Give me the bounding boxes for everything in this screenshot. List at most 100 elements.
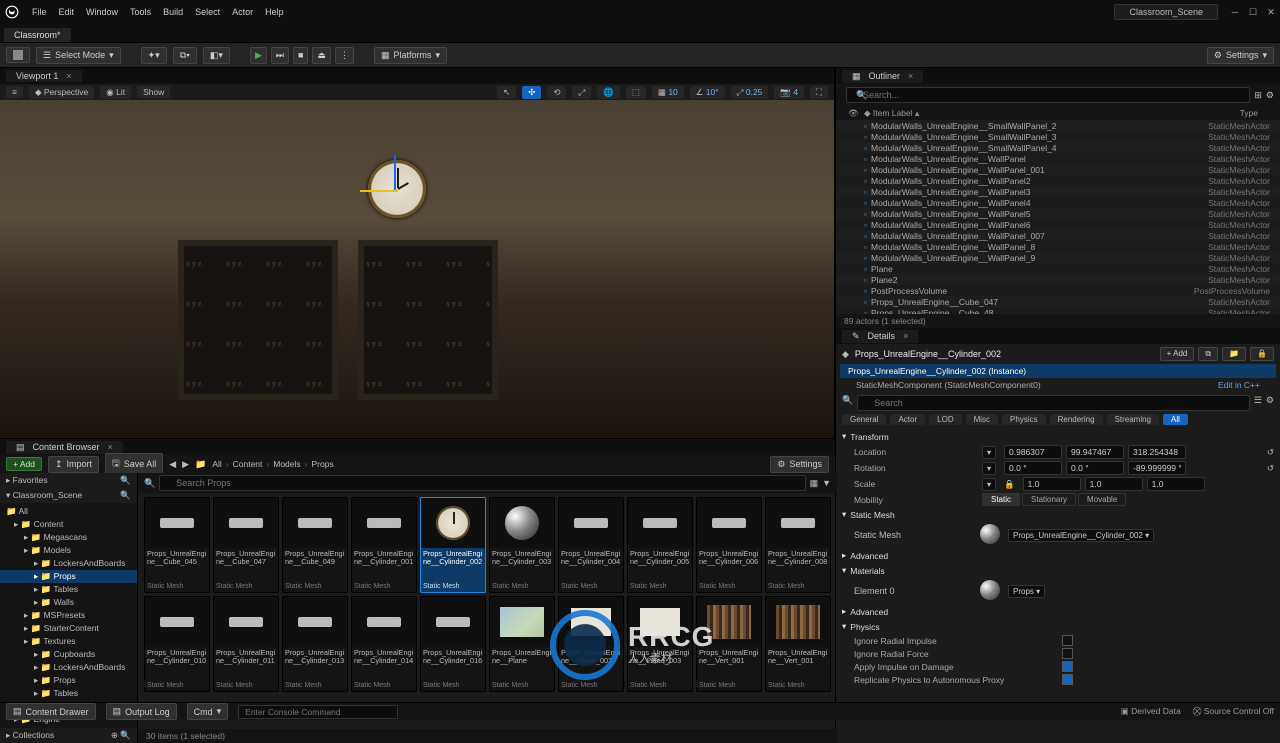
play-options-dropdown[interactable]: ⋮ — [335, 47, 354, 64]
rotation-y-input[interactable] — [1066, 461, 1124, 475]
scale-tool-icon[interactable]: ⤢ — [572, 86, 591, 99]
search-icon[interactable]: 🔍 — [120, 475, 131, 486]
category-misc[interactable]: Misc — [966, 414, 998, 425]
level-tab[interactable]: Classroom* — [4, 28, 71, 42]
close-icon[interactable]: ✕ — [1262, 3, 1280, 21]
asset-tile[interactable]: Props_UnrealEngine__Cube_045Static Mesh — [144, 497, 210, 593]
lock-icon[interactable]: 🔒 — [1250, 347, 1274, 361]
options-icon[interactable]: ⊞ — [1254, 90, 1262, 101]
cb-import-button[interactable]: ↥ Import — [48, 456, 99, 473]
category-physics[interactable]: Physics — [1002, 414, 1046, 425]
category-streaming[interactable]: Streaming — [1107, 414, 1159, 425]
section-materials[interactable]: ▾ Materials — [842, 563, 1274, 578]
instance-row[interactable]: Props_UnrealEngine__Cylinder_002 (Instan… — [840, 364, 1276, 378]
settings-icon[interactable]: ⚙ — [1266, 395, 1274, 411]
perspective-dropdown[interactable]: ◆ Perspective — [29, 86, 94, 99]
outliner-row[interactable]: ▫ModularWalls_UnrealEngine__SmallWallPan… — [836, 142, 1280, 153]
tree-node[interactable]: 📁 All — [0, 505, 137, 518]
outliner-row[interactable]: ▫ModularWalls_UnrealEngine__WallPanel6St… — [836, 219, 1280, 230]
tree-node[interactable]: ▸ 📁 Props — [0, 674, 137, 687]
reset-icon[interactable]: ↺ — [1267, 463, 1274, 474]
maximize-viewport-icon[interactable]: ⛶ — [810, 86, 828, 99]
lock-scale-icon[interactable]: 🔒 — [1004, 479, 1015, 490]
menu-file[interactable]: File — [32, 7, 47, 17]
reset-icon[interactable]: ↺ — [1267, 447, 1274, 458]
rotation-x-input[interactable] — [1004, 461, 1062, 475]
tree-node[interactable]: ▸ 📁 Tables — [0, 687, 137, 700]
tree-node[interactable]: ▸ 📁 Textures — [0, 635, 137, 648]
world-local-toggle[interactable]: 🌐 — [597, 86, 620, 99]
category-lod[interactable]: LOD — [929, 414, 961, 425]
location-z-input[interactable] — [1128, 445, 1186, 459]
close-icon[interactable]: × — [908, 71, 913, 81]
tree-node[interactable]: ▸ 📁 LockersAndBoards — [0, 661, 137, 674]
outliner-row[interactable]: ▫ModularWalls_UnrealEngine__WallPanelSta… — [836, 153, 1280, 164]
browse-icon[interactable]: 📁 — [1222, 347, 1246, 361]
stop-button[interactable]: ■ — [293, 47, 308, 64]
cinematics-dropdown[interactable]: ◧▾ — [203, 47, 230, 64]
outliner-row[interactable]: ▫ModularWalls_UnrealEngine__WallPanel_00… — [836, 164, 1280, 175]
outliner-row[interactable]: ▫ModularWalls_UnrealEngine__WallPanel5St… — [836, 208, 1280, 219]
asset-tile[interactable]: Props_UnrealEngine__Cylinder_004Static M… — [558, 497, 624, 593]
outliner-row[interactable]: ▫Props_UnrealEngine__Cube_047StaticMeshA… — [836, 296, 1280, 307]
camera-speed[interactable]: 📷 4 — [774, 86, 804, 99]
details-tab[interactable]: ✎ Details× — [842, 330, 918, 343]
tree-node[interactable]: ▸ 📁 Models — [0, 544, 137, 557]
asset-tile[interactable]: Props_UnrealEngine__Plane_002Static Mesh — [558, 596, 624, 692]
history-fwd-icon[interactable]: ▶ — [182, 459, 189, 470]
lit-dropdown[interactable]: ◉ Lit — [100, 86, 131, 99]
folder-icon[interactable]: 📁 — [195, 459, 206, 470]
menu-build[interactable]: Build — [163, 7, 183, 17]
asset-tile[interactable]: Props_UnrealEngine__Vert_001Static Mesh — [696, 596, 762, 692]
outliner-row[interactable]: ▫Plane2StaticMeshActor — [836, 274, 1280, 285]
step-button[interactable]: ⏭ — [271, 47, 289, 64]
close-icon[interactable]: × — [108, 442, 113, 452]
asset-tile[interactable]: Props_UnrealEngine__Cylinder_008Static M… — [765, 497, 831, 593]
mobility-movable[interactable]: Movable — [1078, 493, 1126, 506]
breadcrumb-segment[interactable]: Props — [311, 459, 333, 469]
content-drawer-button[interactable]: ▤ Content Drawer — [6, 703, 96, 720]
mobility-stationary[interactable]: Stationary — [1022, 493, 1076, 506]
tree-node[interactable]: ▸ 📁 Content — [0, 518, 137, 531]
rotation-z-input[interactable] — [1128, 461, 1186, 475]
scale-mode-dropdown[interactable]: ▾ — [982, 478, 996, 491]
advanced-toggle[interactable]: ▸ Advanced — [842, 604, 1274, 619]
viewport-options-dropdown[interactable]: ≡ — [6, 86, 23, 98]
outliner-row[interactable]: ▫ModularWalls_UnrealEngine__WallPanel_00… — [836, 230, 1280, 241]
tree-node[interactable]: ▸ 📁 Props — [0, 570, 137, 583]
surface-snap-icon[interactable]: ⬚ — [626, 86, 646, 99]
outliner-row[interactable]: ▫ModularWalls_UnrealEngine__WallPanel3St… — [836, 186, 1280, 197]
category-general[interactable]: General — [842, 414, 886, 425]
project-name[interactable]: Classroom_Scene — [1114, 4, 1218, 20]
tree-node[interactable]: ▸ 📁 Cupboards — [0, 648, 137, 661]
source-control-link[interactable]: ⛒ Source Control Off — [1193, 706, 1274, 717]
grid-snap-value[interactable]: ▦ 10 — [652, 86, 684, 99]
history-back-icon[interactable]: ◀ — [169, 459, 176, 470]
close-icon[interactable]: × — [66, 71, 71, 81]
component-row[interactable]: StaticMeshComponent (StaticMeshComponent… — [856, 380, 1041, 390]
asset-tile[interactable]: Props_UnrealEngine__Cylinder_002Static M… — [420, 497, 486, 593]
checkbox[interactable] — [1062, 661, 1073, 672]
cb-settings-dropdown[interactable]: ⚙ Settings — [770, 456, 829, 473]
scale-y-input[interactable] — [1085, 477, 1143, 491]
angle-snap-value[interactable]: ∠ 10° — [690, 86, 725, 99]
scale-snap-value[interactable]: ⤢ 0.25 — [731, 86, 769, 99]
outliner-row[interactable]: ▫ModularWalls_UnrealEngine__WallPanel2St… — [836, 175, 1280, 186]
platforms-dropdown[interactable]: ▦ Platforms ▾ — [374, 47, 447, 64]
asset-tile[interactable]: Props_UnrealEngine__Cylinder_005Static M… — [627, 497, 693, 593]
asset-tile[interactable]: Props_UnrealEngine__Cube_047Static Mesh — [213, 497, 279, 593]
material-thumbnail-icon[interactable] — [980, 580, 1000, 600]
outliner-row[interactable]: ▫ModularWalls_UnrealEngine__WallPanel_8S… — [836, 241, 1280, 252]
translate-gizmo-x-icon[interactable] — [360, 190, 398, 192]
save-button[interactable] — [6, 47, 30, 63]
outliner-tab[interactable]: ▦ Outliner× — [842, 70, 923, 83]
tree-node[interactable]: ▸ 📁 Tables — [0, 583, 137, 596]
breadcrumb-segment[interactable]: Models — [273, 459, 300, 469]
add-component-button[interactable]: + Add — [1160, 347, 1195, 361]
location-y-input[interactable] — [1066, 445, 1124, 459]
view-options-icon[interactable]: ☰ — [1254, 395, 1262, 411]
translate-gizmo-y-icon[interactable] — [394, 156, 396, 190]
static-mesh-picker[interactable]: Props_UnrealEngine__Cylinder_002 ▾ — [1008, 529, 1154, 542]
select-tool-icon[interactable]: ↖ — [497, 86, 516, 99]
cb-save-all-button[interactable]: 🖫 Save All — [105, 453, 163, 475]
